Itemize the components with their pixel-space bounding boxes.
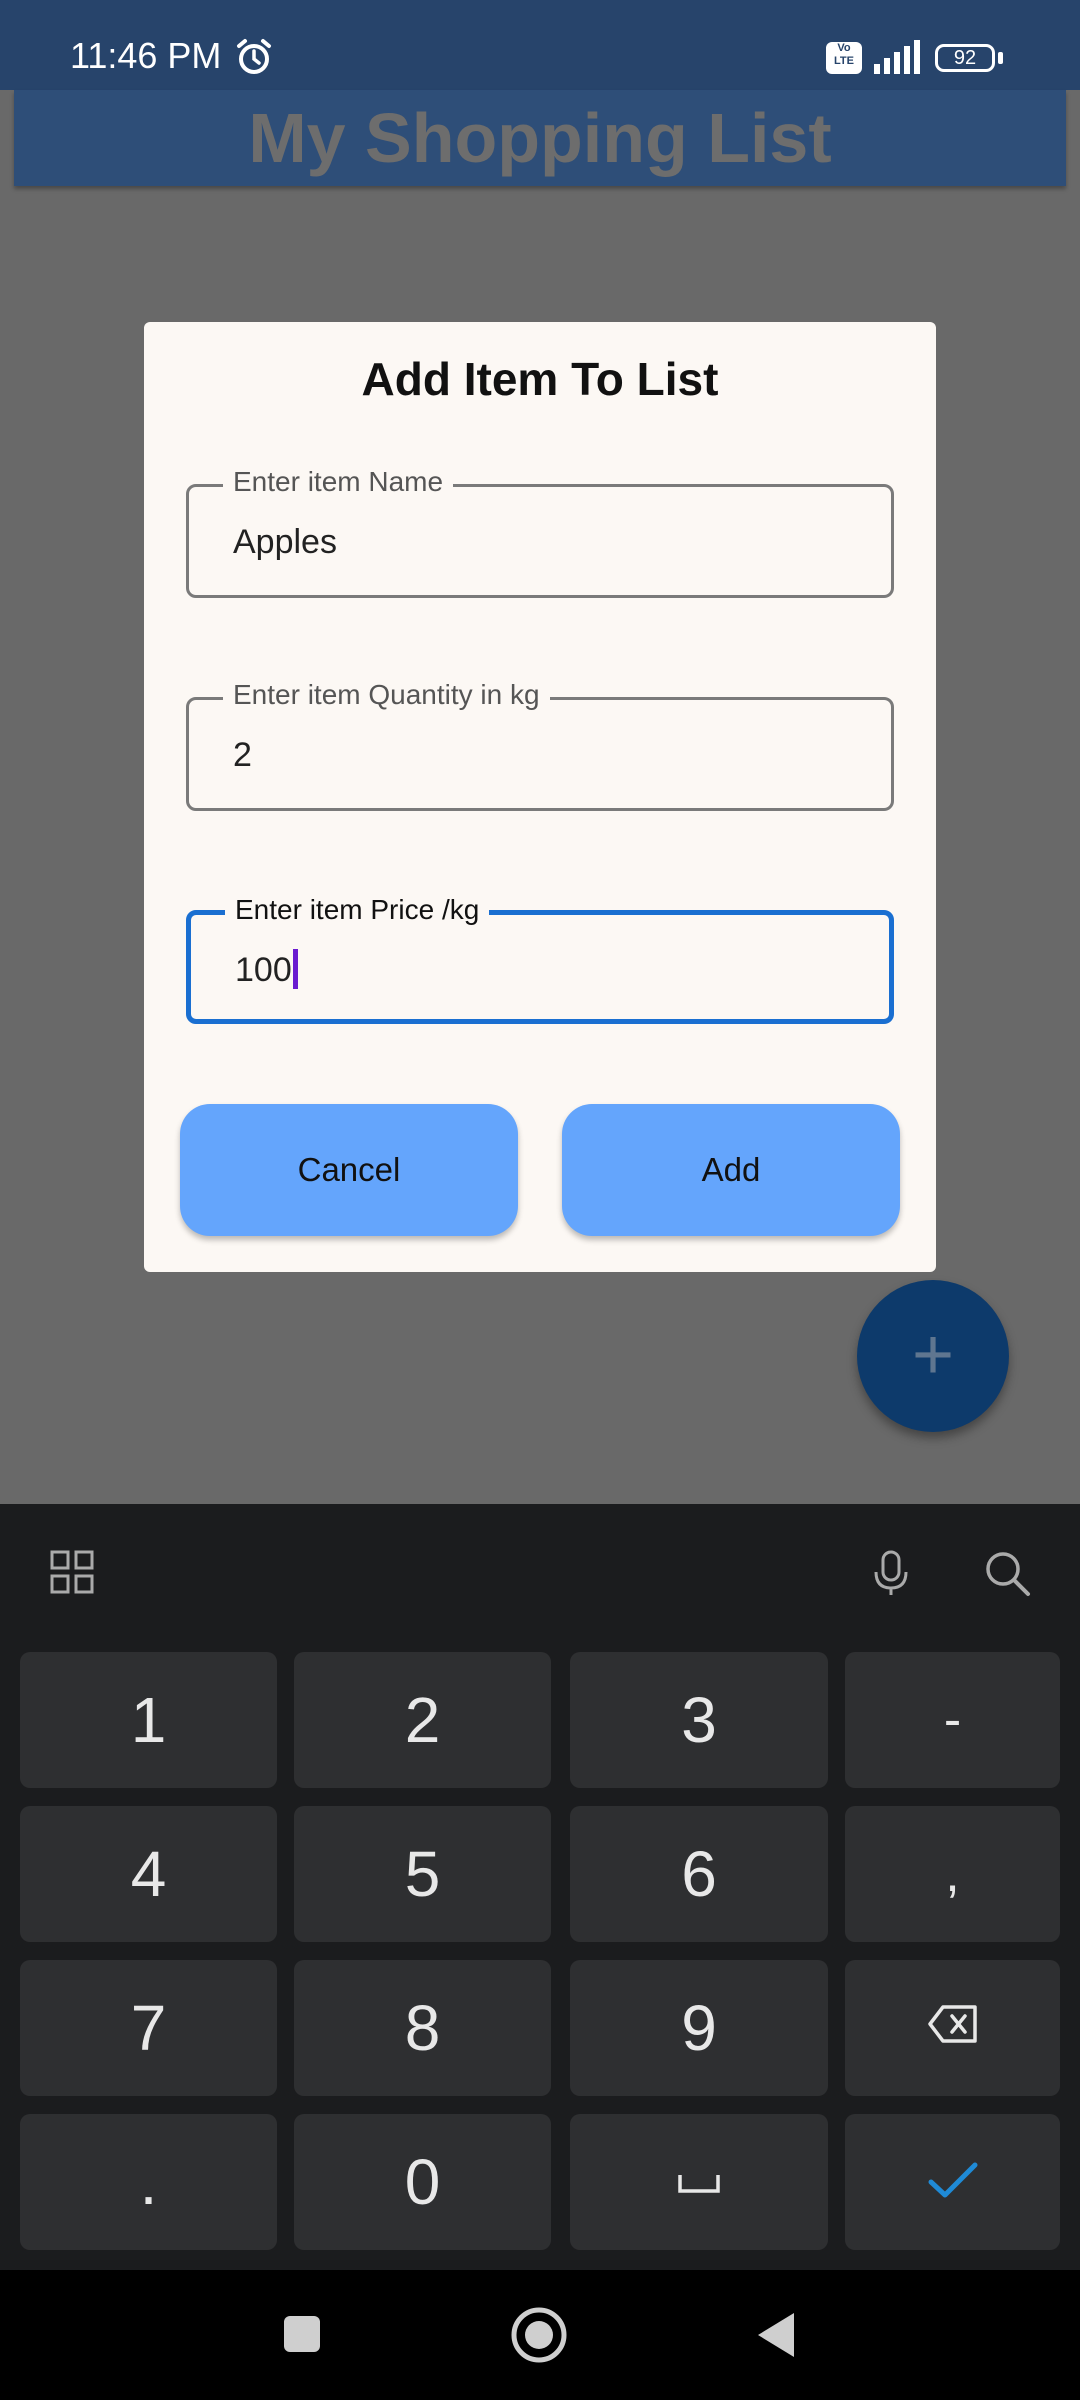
status-bar: 11:46 PM Vo LTE 92: [0, 0, 1080, 90]
key-9[interactable]: 9: [570, 1960, 828, 2096]
battery-tip: [998, 52, 1003, 64]
key-4[interactable]: 4: [20, 1806, 277, 1942]
cancel-button[interactable]: Cancel: [180, 1104, 518, 1236]
microphone-icon[interactable]: [866, 1548, 916, 1598]
key-0[interactable]: 0: [294, 2114, 551, 2250]
volte-icon: Vo LTE: [826, 42, 862, 74]
grid-icon[interactable]: [48, 1548, 98, 1598]
system-nav-bar: [0, 2270, 1080, 2400]
key-7[interactable]: 7: [20, 1960, 277, 2096]
page-title: My Shopping List: [248, 99, 832, 177]
key-comma[interactable]: ,: [845, 1806, 1060, 1942]
add-item-dialog: Add Item To List Enter item Name Apples …: [144, 322, 936, 1272]
key-2[interactable]: 2: [294, 1652, 551, 1788]
item-quantity-value: 2: [233, 736, 252, 774]
backspace-icon: [928, 2005, 977, 2043]
space-key[interactable]: [570, 2114, 828, 2250]
item-quantity-label: Enter item Quantity in kg: [223, 678, 550, 712]
key-1[interactable]: 1: [20, 1652, 277, 1788]
app-bar: My Shopping List: [14, 90, 1066, 186]
numeric-keyboard: 1 2 3 - 4 5 6 , 7 8 9 . 0: [0, 1504, 1080, 2270]
key-3[interactable]: 3: [570, 1652, 828, 1788]
item-name-label: Enter item Name: [223, 465, 454, 499]
key-minus[interactable]: -: [845, 1652, 1060, 1788]
item-name-value: Apples: [233, 523, 337, 561]
item-price-value: 100: [235, 951, 292, 989]
alarm-icon: [237, 39, 271, 74]
add-item-fab[interactable]: +: [857, 1280, 1009, 1432]
home-icon[interactable]: [510, 2306, 568, 2364]
item-price-input: 100: [235, 949, 298, 991]
backspace-key[interactable]: [845, 1960, 1060, 2096]
item-quantity-field[interactable]: Enter item Quantity in kg 2: [186, 678, 894, 811]
signal-icon: [874, 40, 920, 74]
add-button[interactable]: Add: [562, 1104, 900, 1236]
key-8[interactable]: 8: [294, 1960, 551, 2096]
search-icon[interactable]: [982, 1548, 1032, 1598]
key-decimal[interactable]: .: [20, 2114, 277, 2250]
text-cursor: [292, 949, 298, 989]
dialog-title: Add Item To List: [361, 353, 719, 405]
plus-icon: +: [911, 1315, 955, 1395]
key-5[interactable]: 5: [294, 1806, 551, 1942]
item-price-label: Enter item Price /kg: [225, 893, 490, 927]
status-time: 11:46 PM: [70, 35, 222, 76]
done-key[interactable]: [845, 2114, 1060, 2250]
item-price-field[interactable]: Enter item Price /kg 100: [186, 893, 894, 1024]
key-6[interactable]: 6: [570, 1806, 828, 1942]
back-icon[interactable]: [754, 2310, 798, 2360]
checkmark-icon: [928, 2162, 978, 2198]
space-icon: [678, 2175, 720, 2193]
battery-icon: 92: [935, 44, 995, 72]
recents-icon[interactable]: [282, 2314, 322, 2354]
item-name-field[interactable]: Enter item Name Apples: [186, 465, 894, 598]
